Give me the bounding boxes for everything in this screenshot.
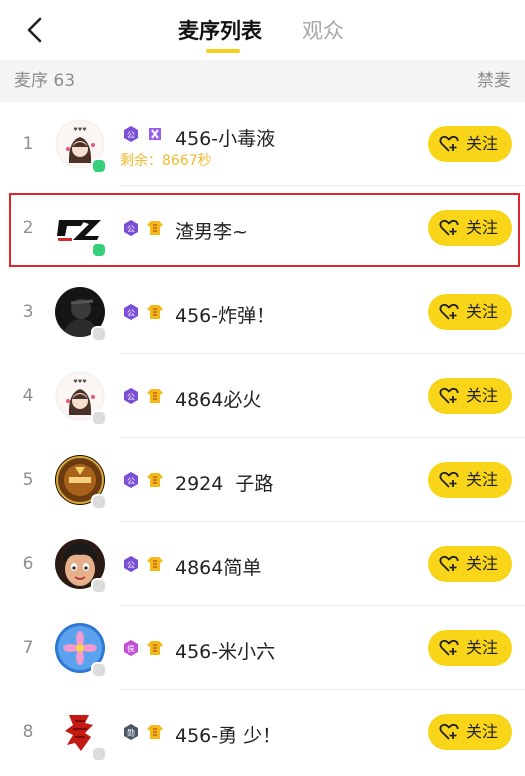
offline-status-dot [91,746,107,762]
user-name: 4864简单 [175,557,262,579]
shirt-badge-icon [147,557,163,571]
offline-status-dot [91,662,107,678]
follow-label: 关注 [466,638,499,657]
heart-plus-icon [439,555,459,572]
top-bar: 麦序列表 观众 [0,0,525,60]
heart-plus-icon [439,387,459,404]
user-name: 456-米小六 [175,641,276,663]
user-name: 456-炸弹！ [175,305,276,327]
follow-button[interactable]: 关注 [428,546,512,582]
heart-plus-icon [439,639,459,656]
shirt-badge-icon [147,641,163,655]
queue-index: 5 [22,470,34,490]
follow-button[interactable]: 关注 [428,378,512,414]
follow-button[interactable]: 关注 [428,462,512,498]
list-item[interactable]: 3 公 456-炸弹！ 关注 [0,270,525,354]
user-name: 456-小毒液 [175,128,276,150]
online-status-dot [91,242,107,258]
double-x-badge-icon [149,128,161,140]
shirt-badge-icon [147,221,163,235]
follow-label: 关注 [466,302,499,321]
user-name: 渣男李~ [175,221,248,243]
svg-text:公: 公 [127,561,135,570]
svg-text:勋: 勋 [127,728,135,738]
queue-index: 4 [22,386,34,406]
follow-button[interactable]: 关注 [428,630,512,666]
list-item[interactable]: 4 ♥♥♥ 公 4864必火 关注 [0,354,525,438]
mic-queue-count: 麦序 63 [14,71,76,91]
tab-mic-list[interactable]: 麦序列表 [178,16,262,46]
follow-button[interactable]: 关注 [428,126,512,162]
follow-label: 关注 [466,386,499,405]
list-item[interactable]: 6 公 4864简单 关注 [0,522,525,606]
gong-badge-icon: 公 [124,556,138,572]
svg-text:公: 公 [127,131,135,140]
svg-text:侯: 侯 [127,645,135,654]
queue-index: 1 [22,134,34,154]
shirt-badge-icon [147,473,163,487]
follow-button[interactable]: 关注 [428,714,512,750]
gong-badge-icon: 公 [124,304,138,320]
back-arrow-icon[interactable] [20,14,52,46]
list-item[interactable]: 8 勋 456-勇 少！ 关注 [0,690,525,774]
gong-badge-icon: 公 [124,220,138,236]
mic-queue-header: 麦序 63 禁麦 [0,60,525,102]
list-item[interactable]: 7 侯 456-米小六 关注 [0,606,525,690]
list-item[interactable]: 5 公 2924 子路 关注 [0,438,525,522]
hou-badge-icon: 侯 [124,640,138,656]
queue-index: 6 [22,554,34,574]
follow-label: 关注 [466,722,499,741]
follow-label: 关注 [466,134,499,153]
shirt-badge-icon [147,305,163,319]
offline-status-dot [91,410,107,426]
offline-status-dot [91,326,107,342]
heart-plus-icon [439,219,459,236]
follow-button[interactable]: 关注 [428,294,512,330]
queue-index: 2 [22,218,34,238]
svg-text:♥♥♥: ♥♥♥ [73,127,87,133]
svg-text:公: 公 [127,393,135,402]
gong-badge-icon: 公 [124,388,138,404]
user-name: 2924 子路 [175,473,274,495]
heart-plus-icon [439,471,459,488]
list-item[interactable]: 2 公 渣男李~ 关注 [0,186,525,270]
queue-index: 8 [22,722,34,742]
shirt-badge-icon [147,725,163,739]
heart-plus-icon [439,723,459,740]
user-name: 456-勇 少！ [175,725,282,747]
ban-mic-button[interactable]: 禁麦 [477,60,511,102]
gong-badge-icon: 公 [124,472,138,488]
xun-badge-icon: 勋 [124,724,138,740]
countdown-text: 剩余：8667秒 [120,153,212,169]
follow-button[interactable]: 关注 [428,210,512,246]
heart-plus-icon [439,303,459,320]
gong-badge-icon: 公 [124,126,138,142]
tab-audience[interactable]: 观众 [302,16,344,46]
queue-index: 7 [22,638,34,658]
list-item[interactable]: 1 ♥♥♥ 公 456-小毒液 剩余：8667秒 关注 [0,102,525,186]
user-name: 4864必火 [175,389,262,411]
follow-label: 关注 [466,470,499,489]
svg-text:♥♥♥: ♥♥♥ [73,379,87,385]
offline-status-dot [91,578,107,594]
svg-text:公: 公 [127,477,135,486]
follow-label: 关注 [466,554,499,573]
svg-text:公: 公 [127,225,135,234]
offline-status-dot [91,494,107,510]
heart-plus-icon [439,135,459,152]
follow-label: 关注 [466,218,499,237]
tab-indicator [206,49,240,53]
shirt-badge-icon [147,389,163,403]
svg-text:公: 公 [127,309,135,318]
queue-index: 3 [22,302,34,322]
online-status-dot [91,158,107,174]
